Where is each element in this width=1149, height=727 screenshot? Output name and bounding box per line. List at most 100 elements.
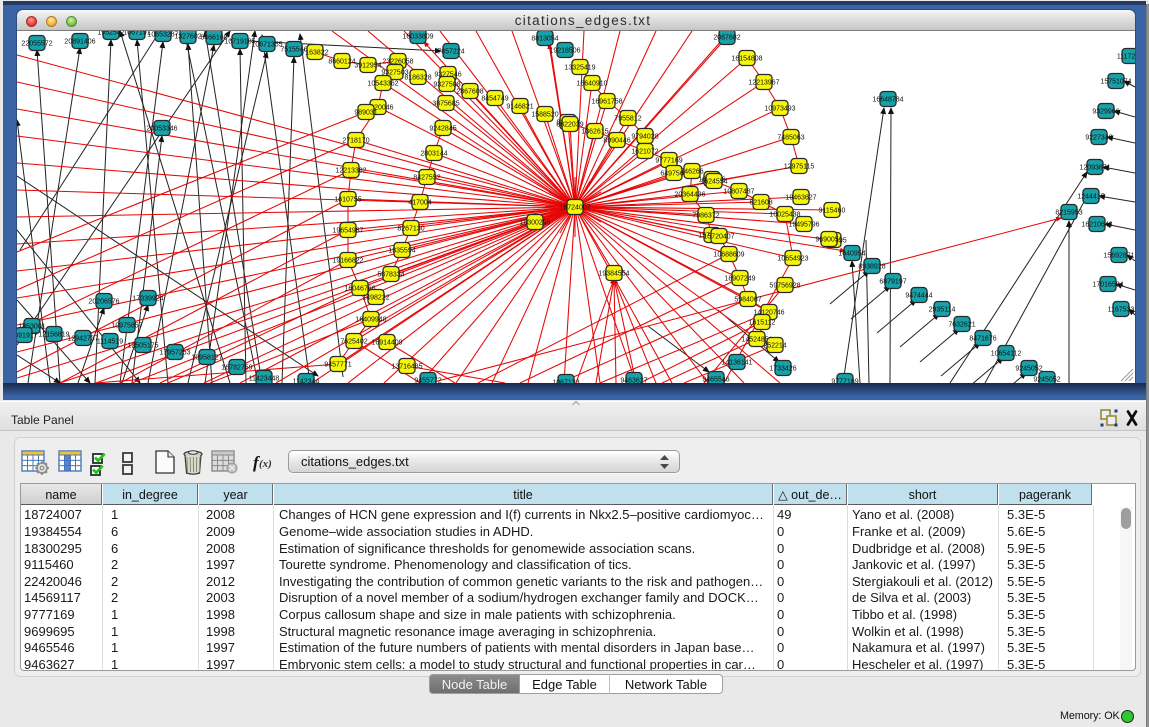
svg-text:19166822: 19166822	[332, 258, 363, 265]
svg-text:17339924: 17339924	[132, 296, 163, 303]
svg-text:1624554: 1624554	[700, 179, 727, 186]
svg-text:12942737: 12942737	[67, 336, 98, 343]
svg-text:11423448: 11423448	[249, 376, 280, 383]
svg-text:8813054: 8813054	[531, 36, 558, 43]
svg-text:2803144: 2803144	[420, 151, 447, 158]
svg-text:8186328: 8186328	[404, 75, 431, 82]
svg-text:1114519: 1114519	[97, 339, 123, 346]
svg-text:16961758: 16961758	[591, 99, 622, 106]
svg-text:9327508: 9327508	[433, 82, 460, 89]
svg-text:16782759: 16782759	[221, 365, 252, 372]
svg-text:10975857: 10975857	[111, 323, 142, 330]
svg-text:8822039: 8822039	[556, 122, 583, 129]
svg-text:9329966: 9329966	[1092, 109, 1119, 116]
svg-text:15751074: 15751074	[1100, 79, 1131, 86]
svg-text:8427552: 8427552	[413, 175, 440, 182]
svg-text:7955812: 7955812	[614, 116, 641, 123]
svg-text:20364436: 20364436	[674, 192, 705, 199]
svg-text:10807487: 10807487	[723, 189, 754, 196]
svg-text:16914409: 16914409	[371, 340, 402, 347]
svg-text:12213967: 12213967	[748, 80, 779, 87]
svg-text:252214: 252214	[763, 343, 786, 350]
svg-text:15720407: 15720407	[703, 234, 734, 241]
svg-text:5878334: 5878334	[377, 272, 404, 279]
svg-text:9242845: 9242845	[429, 126, 456, 133]
svg-text:1588520: 1588520	[531, 112, 558, 119]
svg-text:417004: 417004	[408, 200, 431, 207]
svg-text:1498222: 1498222	[362, 295, 389, 302]
svg-text:1117264: 1117264	[1117, 54, 1135, 61]
svg-text:9245052: 9245052	[1015, 366, 1042, 373]
svg-text:9465546: 9465546	[702, 377, 729, 384]
svg-text:8660124: 8660124	[328, 59, 355, 66]
svg-text:1067133: 1067133	[552, 380, 579, 384]
svg-text:10973493: 10973493	[764, 106, 795, 113]
svg-text:9690051: 9690051	[815, 237, 842, 244]
svg-text:(x): (x)	[259, 458, 272, 470]
svg-text:2867608: 2867608	[456, 89, 483, 96]
svg-text:12093871: 12093871	[1079, 165, 1110, 172]
svg-text:7163822: 7163822	[301, 50, 328, 57]
svg-text:22055572: 22055572	[21, 41, 52, 48]
svg-text:10543362: 10543362	[367, 81, 398, 88]
svg-text:9457771: 9457771	[324, 362, 351, 369]
svg-text:2718170: 2718170	[342, 138, 369, 145]
svg-text:8215953: 8215953	[1055, 210, 1082, 217]
svg-text:19495796: 19495796	[788, 222, 819, 229]
svg-text:9794028: 9794028	[631, 134, 658, 141]
svg-text:10688609: 10688609	[713, 252, 744, 259]
svg-text:2935114: 2935114	[929, 307, 956, 314]
svg-text:1610755: 1610755	[334, 197, 361, 204]
svg-text:12975115: 12975115	[784, 164, 815, 171]
svg-text:5984067: 5984067	[734, 297, 761, 304]
svg-text:19463627: 19463627	[785, 195, 816, 202]
svg-text:19218506: 19218506	[549, 48, 580, 55]
svg-text:1733426: 1733426	[769, 366, 796, 373]
svg-text:8454749: 8454749	[481, 96, 508, 103]
svg-text:9777169: 9777169	[655, 158, 682, 165]
svg-text:10654112: 10654112	[991, 351, 1022, 358]
svg-text:1952542: 1952542	[97, 31, 124, 37]
svg-text:15692871: 15692871	[1103, 253, 1134, 260]
svg-text:7485063: 7485063	[777, 135, 804, 142]
svg-text:19654987: 19654987	[332, 228, 363, 235]
svg-text:18724007: 18724007	[559, 205, 590, 212]
svg-text:1142344: 1142344	[293, 379, 320, 384]
svg-text:6879197: 6879197	[879, 279, 906, 286]
svg-text:16648784: 16648784	[872, 97, 903, 104]
svg-text:1167533: 1167533	[1108, 307, 1135, 314]
svg-text:17957253: 17957253	[159, 350, 190, 357]
svg-text:746266: 746266	[680, 169, 703, 176]
svg-text:7632621: 7632621	[948, 322, 975, 329]
svg-text:16640910: 16640910	[576, 81, 607, 88]
svg-text:3912954: 3912954	[354, 63, 381, 70]
svg-text:9777169: 9777169	[831, 379, 858, 384]
svg-text:1621072: 1621072	[631, 149, 658, 156]
svg-text:16210643: 16210643	[1081, 222, 1112, 229]
svg-text:621608: 621608	[749, 200, 772, 207]
svg-text:7625402: 7625402	[340, 339, 367, 346]
svg-text:16409948: 16409948	[355, 317, 386, 324]
svg-text:8990446: 8990446	[603, 138, 630, 145]
svg-text:9474444: 9474444	[905, 293, 932, 300]
svg-text:9227342: 9227342	[1085, 135, 1112, 142]
svg-text:9146821: 9146821	[506, 104, 533, 111]
svg-text:8938928: 8938928	[858, 264, 885, 271]
svg-text:12505175: 12505175	[127, 343, 158, 350]
svg-text:20206576: 20206576	[88, 299, 119, 306]
svg-text:7986372: 7986372	[692, 213, 719, 220]
svg-text:8471676: 8471676	[969, 336, 996, 343]
svg-text:1335594: 1335594	[388, 248, 415, 255]
svg-text:59756928: 59756928	[769, 283, 800, 290]
svg-text:13716485: 13716485	[391, 364, 422, 371]
svg-text:1244415: 1244415	[1077, 194, 1104, 201]
svg-text:9463627: 9463627	[620, 378, 647, 384]
svg-text:13325419: 13325419	[564, 65, 595, 72]
svg-text:12156819: 12156819	[38, 332, 69, 339]
svg-text:20053346: 20053346	[146, 126, 177, 133]
svg-text:989031: 989031	[354, 110, 377, 117]
svg-text:8267130: 8267130	[397, 226, 424, 233]
svg-text:10958127: 10958127	[191, 355, 222, 362]
svg-text:10671355: 10671355	[251, 42, 282, 49]
svg-text:9245052: 9245052	[1033, 377, 1060, 384]
